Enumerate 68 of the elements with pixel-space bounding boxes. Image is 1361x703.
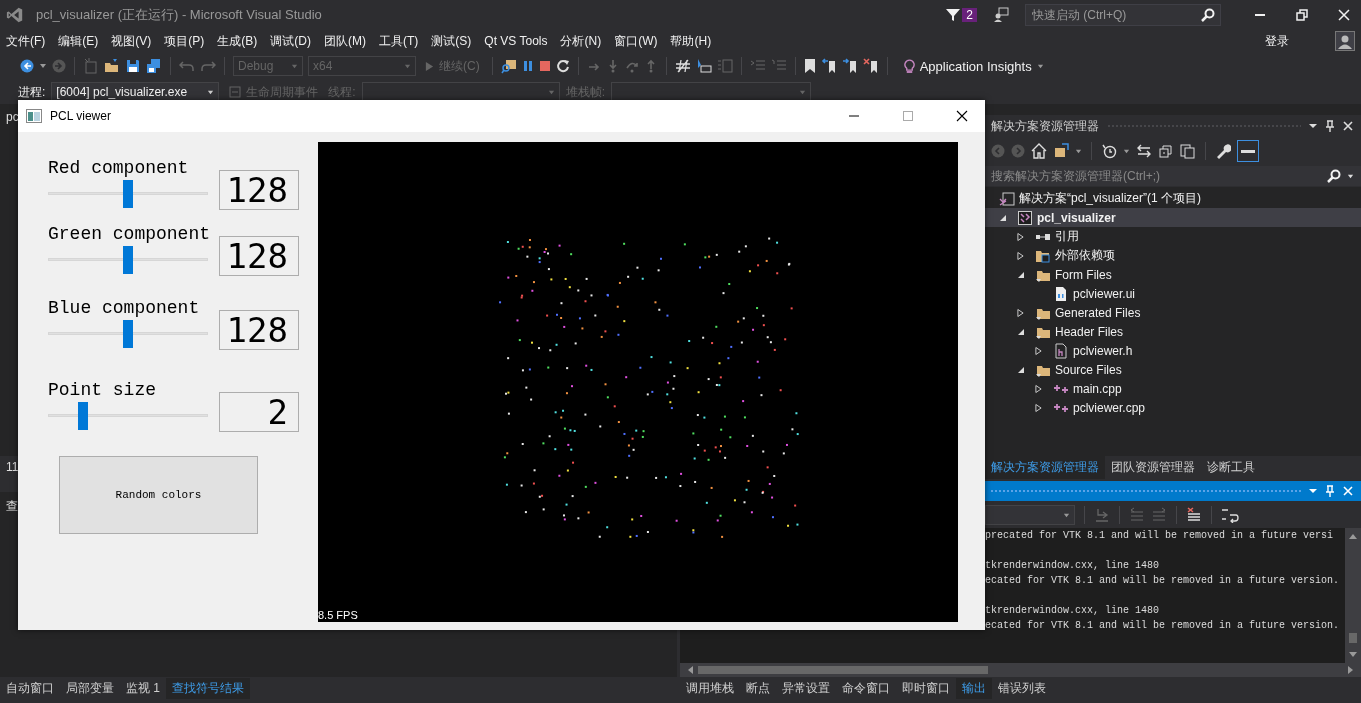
lcd-display: 128 [219,170,299,210]
tool-window-tab[interactable]: 监视 1 [120,677,166,699]
search-field[interactable]: 搜索解决方案资源管理器(Ctrl+;) [985,165,1361,187]
panel-tab[interactable]: 诊断工具 [1201,455,1261,479]
tree-item[interactable]: main.cpp [985,379,1361,398]
tool-window-tab[interactable]: 查找符号结果 [166,677,250,699]
menu-item[interactable]: 帮助(H) [666,32,721,50]
process-dropdown[interactable]: [6004] pcl_visualizer.exe [51,82,220,102]
tool-window-tab[interactable]: 即时窗口 [896,677,956,699]
tool-window-tab[interactable]: 输出 [956,677,992,699]
output-line: tkrenderwindow.cxx, line 1480 [985,560,1160,571]
menu-item[interactable]: 分析(N) [556,32,611,50]
output-line: ecated for VTK 8.1 and will be removed in a future version. [985,575,1340,586]
quick-launch-field[interactable]: 快速启动 (Ctrl+Q) [1025,4,1221,26]
fps-counter: 8.5 FPS [318,609,358,621]
tree-item[interactable]: Form Files [985,265,1361,284]
tree-item[interactable]: Header Files [985,322,1361,341]
panel-tab[interactable]: 团队资源管理器 [1105,455,1201,479]
menu-item[interactable]: 工具(T) [375,32,428,50]
output-line: ecated for VTK 8.1 and will be removed in a future version. [985,620,1340,631]
panel-text: 11 [6,460,19,474]
tree-item[interactable]: pclviewer.cpp [985,398,1361,417]
slider-label: Green component [48,223,211,246]
process-label: 进程: [18,83,46,101]
sign-in-link[interactable]: 登录 [1265,32,1289,50]
panel-title: pc [6,110,19,124]
menu-item[interactable]: 测试(S) [427,32,481,50]
lcd-display: 128 [219,236,299,276]
menu-item[interactable]: 项目(P) [160,32,214,50]
tree-item[interactable]: pclviewer.h [985,341,1361,360]
panel-title: 解决方案资源管理器 [991,117,1099,135]
random-colors-button[interactable]: Random colors [59,456,258,534]
tree-item[interactable]: pclviewer.ui [985,284,1361,303]
application-insights-button[interactable]: Application Insights [899,58,1048,74]
panel-tab[interactable]: 解决方案资源管理器 [985,455,1105,479]
tree-item[interactable]: Source Files [985,360,1361,379]
point-cloud-viewport[interactable]: 8.5 FPS [318,142,958,622]
menu-item[interactable]: 视图(V) [107,32,161,50]
slider-label: Blue component [48,297,200,320]
menu-item[interactable]: 文件(F) [2,32,55,50]
tree-item[interactable]: pcl_visualizer [985,208,1361,227]
lcd-display: 128 [219,310,299,350]
tree-item[interactable]: 引用 [985,227,1361,246]
menu-item[interactable]: Qt VS Tools [480,34,557,48]
panel-title: 查 [6,499,18,513]
slider-label: Point size [48,379,157,402]
notification-badge[interactable]: 2 [962,8,977,22]
tree-item[interactable]: Generated Files [985,303,1361,322]
tool-window-tab[interactable]: 局部变量 [60,677,120,699]
tool-window-tab[interactable]: 断点 [740,677,776,699]
tree-item[interactable]: 解决方案“pcl_visualizer”(1 个项目) [985,189,1361,208]
tool-window-tab[interactable]: 异常设置 [776,677,836,699]
menu-item[interactable]: 编辑(E) [54,32,108,50]
tool-window-tab[interactable]: 错误列表 [992,677,1052,699]
menu-item[interactable]: 团队(M) [320,32,375,50]
tool-window-tab[interactable]: 调用堆栈 [680,677,740,699]
window-title: pcl_visualizer (正在运行) - Microsoft Visual Studio [36,6,322,24]
output-line: precated for VTK 8.1 and will be removed in a future versi [985,530,1334,541]
output-line: tkrenderwindow.cxx, line 1480 [985,605,1160,616]
window-title: PCL viewer [50,109,111,123]
tree-item[interactable]: 外部依赖项 [985,246,1361,265]
tool-window-tab[interactable]: 命令窗口 [836,677,896,699]
lcd-display: 2 [219,392,299,432]
menu-item[interactable]: 窗口(W) [610,32,667,50]
slider-label: Red component [48,157,189,180]
tool-window-tab[interactable]: 自动窗口 [0,677,60,699]
menu-item[interactable]: 调试(D) [266,32,320,50]
menu-item[interactable]: 生成(B) [213,32,267,50]
